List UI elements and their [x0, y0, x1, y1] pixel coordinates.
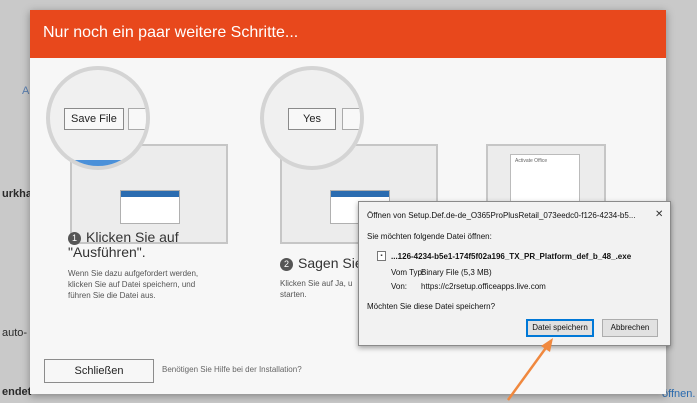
- annotation-arrow-icon: [506, 338, 553, 401]
